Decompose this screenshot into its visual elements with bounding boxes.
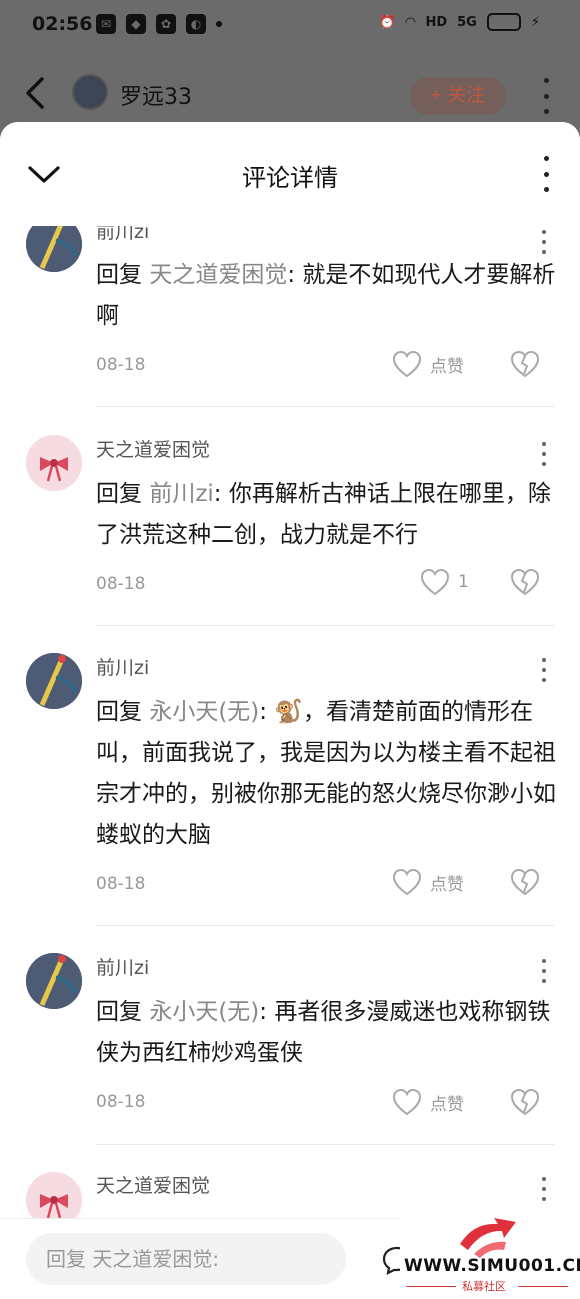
back-arrow-icon[interactable]: [24, 76, 46, 110]
divider: [96, 406, 554, 407]
profile-name[interactable]: 罗远33: [120, 79, 192, 111]
avatar[interactable]: [26, 953, 82, 1009]
broken-heart-icon[interactable]: [510, 1088, 540, 1116]
charging-icon: ⚡: [530, 14, 540, 30]
comment-username[interactable]: 天之道爱困觉: [96, 435, 210, 462]
broken-heart-icon[interactable]: [510, 350, 540, 378]
hd-icon: HD: [425, 14, 448, 30]
status-bar: 02:56 ✉ ◆ ✿ ◐ ⏰ ◠ HD 5G ⚡: [0, 0, 580, 52]
reply-to-user[interactable]: 永小天(无): [149, 699, 259, 725]
comment-username[interactable]: 前川zi: [96, 653, 149, 680]
comment-text: 回复 永小天(无): 🐒，看清楚前面的情形在叫，前面我说了，我是因为以为楼主看不…: [96, 699, 556, 848]
like-label: 点赞: [430, 1094, 464, 1115]
battery-icon: [486, 13, 521, 31]
sheet-title: 评论详情: [242, 164, 338, 192]
comment-date: 08-18: [96, 574, 146, 594]
like-button[interactable]: 点赞: [392, 350, 464, 378]
broken-heart-icon[interactable]: [510, 868, 540, 896]
watermark-logo-icon: [460, 1218, 516, 1258]
wifi-icon: ◠: [405, 14, 416, 30]
mail-icon: ✉: [96, 14, 116, 34]
like-button[interactable]: 点赞: [392, 868, 464, 896]
like-button[interactable]: 1: [420, 568, 469, 596]
reply-to-user[interactable]: 天之道爱困觉: [149, 262, 287, 288]
heart-icon: [392, 1088, 422, 1116]
comment-username[interactable]: 天之道爱困觉: [96, 1171, 210, 1198]
profile-avatar[interactable]: [72, 74, 108, 110]
comment-date: 08-18: [96, 874, 146, 894]
heart-icon: [420, 568, 450, 596]
divider: [96, 1144, 554, 1145]
avatar[interactable]: [26, 435, 82, 491]
watermark: WWW.SIMU001.CN 私募社区: [400, 1208, 580, 1299]
sheet-header: 评论详情: [0, 122, 580, 226]
divider: [96, 925, 554, 926]
comment-more-icon[interactable]: [540, 658, 548, 682]
comment-username[interactable]: 前川zi: [96, 953, 149, 980]
like-label: 点赞: [430, 874, 464, 895]
comment-more-icon[interactable]: [540, 442, 548, 466]
more-options-icon[interactable]: [538, 78, 554, 114]
reply-to-user[interactable]: 永小天(无): [149, 999, 259, 1025]
follow-button[interactable]: + 关注: [410, 77, 506, 115]
comment-more-icon[interactable]: [540, 1177, 548, 1201]
watermark-subtitle: 私募社区: [462, 1280, 506, 1293]
more-notifications-icon: [216, 21, 222, 27]
alarm-icon: ⏰: [379, 14, 396, 30]
reply-input[interactable]: [26, 1233, 346, 1285]
broken-heart-icon[interactable]: [510, 568, 540, 596]
comment-detail-sheet: 评论详情 前川zi 回复 天之道爱困觉: 就是不如现代人才要解析啊 08-18 …: [0, 122, 580, 1299]
baidu-icon: ✿: [156, 14, 176, 34]
avatar[interactable]: [26, 653, 82, 709]
divider: [96, 625, 554, 626]
like-label: 点赞: [430, 356, 464, 377]
qq-icon: ◆: [126, 14, 146, 34]
sheet-more-icon[interactable]: [538, 156, 554, 192]
reply-to-user[interactable]: 前川zi: [149, 481, 213, 507]
heart-icon: [392, 350, 422, 378]
app-icon: ◐: [186, 14, 206, 34]
comment-more-icon[interactable]: [540, 230, 548, 254]
comment-text: 回复 前川zi: 你再解析古神话上限在哪里，除了洪荒这种二创，战力就是不行: [96, 481, 551, 548]
status-time: 02:56: [32, 13, 93, 35]
comment-date: 08-18: [96, 355, 146, 375]
comment-date: 08-18: [96, 1092, 146, 1112]
heart-icon: [392, 868, 422, 896]
comment-more-icon[interactable]: [540, 959, 548, 983]
like-count: 1: [458, 572, 469, 592]
comment-text: 回复 永小天(无): 再者很多漫威迷也戏称钢铁侠为西红柿炒鸡蛋侠: [96, 999, 551, 1066]
watermark-url: WWW.SIMU001.CN: [404, 1256, 580, 1276]
comment-text: 回复 天之道爱困觉: 就是不如现代人才要解析啊: [96, 262, 556, 329]
like-button[interactable]: 点赞: [392, 1088, 464, 1116]
signal-icon: 5G: [457, 14, 477, 30]
